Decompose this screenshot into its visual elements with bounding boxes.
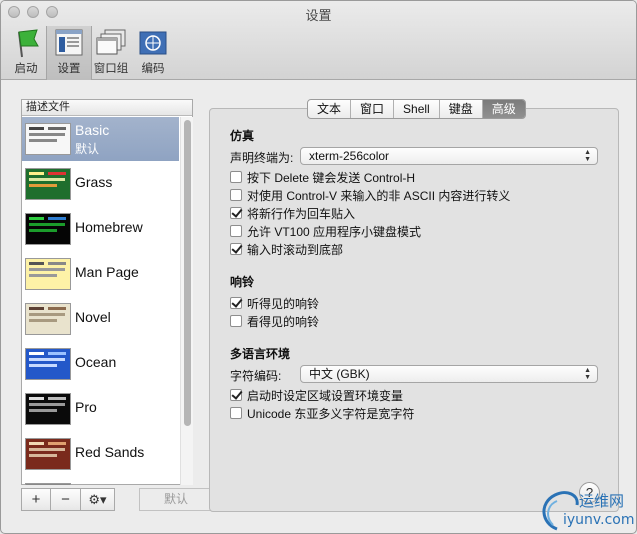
profile-name: Pro	[75, 399, 97, 415]
checkbox-label: Unicode 东亚多义字符是宽字符	[247, 406, 415, 421]
profiles-scrollbar[interactable]	[180, 117, 193, 485]
profile-name: Basic	[75, 122, 110, 138]
settings-window-icon	[53, 28, 85, 58]
tab-shell[interactable]: Shell	[394, 100, 440, 118]
profile-name: Red Sands	[75, 444, 145, 460]
tab-text[interactable]: 文本	[308, 100, 352, 118]
toolbar-item-label: 启动	[14, 63, 38, 75]
profile-item-grass[interactable]: Grass	[22, 162, 179, 206]
option-east-asian-wide[interactable]: Unicode 东亚多义字符是宽字符	[230, 405, 414, 421]
checkbox-unchecked[interactable]	[230, 407, 242, 419]
remove-profile-button[interactable]: −	[51, 488, 81, 511]
checkbox-checked[interactable]	[230, 389, 242, 401]
profile-thumbnail	[25, 213, 71, 245]
profile-action-menu-gear-icon[interactable]: ⚙▾	[81, 488, 115, 511]
checkbox-checked[interactable]	[230, 207, 242, 219]
profile-item-partial	[22, 477, 179, 485]
profile-item-pro[interactable]: Pro	[22, 387, 179, 431]
checkbox-label: 按下 Delete 键会发送 Control-H	[247, 170, 416, 185]
settings-tabs: 文本 窗口 Shell 键盘 高级	[307, 99, 526, 119]
checkbox-label: 将新行作为回车贴入	[247, 206, 356, 221]
checkbox-label: 输入时滚动到底部	[247, 242, 344, 257]
add-profile-button[interactable]: +	[21, 488, 51, 511]
watermark-en-text: iyunv.com	[563, 512, 635, 528]
profile-thumbnail	[25, 438, 71, 470]
bell-heading: 响铃	[230, 275, 255, 289]
profile-name: Novel	[75, 309, 111, 325]
watermark-cn-text: 运维网	[579, 492, 625, 510]
profile-name: Man Page	[75, 264, 139, 280]
toolbar-item-label: 设置	[57, 63, 81, 75]
toolbar-item-encoding[interactable]: 编码	[130, 26, 176, 80]
profile-name: Ocean	[75, 354, 117, 370]
checkbox-label: 听得见的响铃	[247, 296, 320, 311]
terminal-type-value: xterm-256color	[309, 149, 390, 163]
checkbox-label: 看得见的响铃	[247, 314, 320, 329]
profile-item-basic[interactable]: Basic 默认	[22, 117, 179, 161]
profiles-list-header: 描述文件	[22, 100, 192, 116]
checkbox-label: 允许 VT100 应用程序小键盘模式	[247, 224, 422, 239]
toolbar-item-label: 窗口组	[93, 63, 129, 75]
toolbar-item-label: 编码	[141, 63, 165, 75]
option-audible-bell[interactable]: 听得见的响铃	[230, 295, 319, 311]
profile-item-man-page[interactable]: Man Page	[22, 252, 179, 296]
toolbar: 设置 启动 设置 窗口组 编码	[1, 1, 636, 80]
profile-name: Homebrew	[75, 219, 143, 235]
checkbox-unchecked[interactable]	[230, 171, 242, 183]
encoding-select[interactable]: 中文 (GBK) ▲ ▼	[300, 365, 598, 383]
option-delete-sends-ctrl-h[interactable]: 按下 Delete 键会发送 Control-H	[230, 169, 415, 185]
option-visual-bell[interactable]: 看得见的响铃	[230, 313, 319, 329]
profile-name: Grass	[75, 174, 113, 190]
terminal-type-label: 声明终端为:	[230, 151, 294, 165]
set-default-button[interactable]: 默认	[139, 488, 213, 511]
encoding-globe-icon	[137, 28, 169, 58]
tab-keyboard[interactable]: 键盘	[440, 100, 483, 118]
tab-window[interactable]: 窗口	[351, 100, 395, 118]
profile-thumbnail	[25, 303, 71, 335]
profile-thumbnail	[25, 348, 71, 380]
profile-item-homebrew[interactable]: Homebrew	[22, 207, 179, 251]
profiles-list: 描述文件 Basic 默认 Grass Homebrew Man Page No…	[21, 99, 193, 485]
tab-advanced[interactable]: 高级	[482, 100, 525, 118]
window-group-icon	[95, 28, 127, 58]
checkbox-checked[interactable]	[230, 243, 242, 255]
settings-window: 设置 启动 设置 窗口组 编码 描述文件 Basic 默认 Grass Home…	[0, 0, 637, 534]
profile-thumbnail	[25, 123, 71, 155]
profile-thumbnail	[25, 258, 71, 290]
option-vt100-keypad-mode[interactable]: 允许 VT100 应用程序小键盘模式	[230, 223, 421, 239]
select-arrows-icon: ▲ ▼	[584, 367, 591, 381]
option-scroll-to-bottom-on-input[interactable]: 输入时滚动到底部	[230, 241, 343, 257]
select-arrows-icon: ▲ ▼	[584, 149, 591, 163]
startup-flag-icon	[10, 28, 42, 58]
option-set-locale-env[interactable]: 启动时设定区域设置环境变量	[230, 387, 403, 403]
profile-item-red-sands[interactable]: Red Sands	[22, 432, 179, 476]
encoding-label: 字符编码:	[230, 369, 282, 383]
profile-item-ocean[interactable]: Ocean	[22, 342, 179, 386]
checkbox-unchecked[interactable]	[230, 189, 242, 201]
emulation-heading: 仿真	[230, 129, 255, 143]
toolbar-item-startup[interactable]: 启动	[3, 26, 49, 80]
checkbox-checked[interactable]	[230, 297, 242, 309]
profile-thumbnail	[25, 393, 71, 425]
checkbox-label: 对使用 Control-V 来输入的非 ASCII 内容进行转义	[247, 188, 511, 203]
terminal-type-select[interactable]: xterm-256color ▲ ▼	[300, 147, 598, 165]
window-title: 设置	[305, 8, 332, 23]
international-heading: 多语言环境	[230, 347, 291, 361]
checkbox-label: 启动时设定区域设置环境变量	[247, 388, 404, 403]
option-escape-non-ascii[interactable]: 对使用 Control-V 来输入的非 ASCII 内容进行转义	[230, 187, 510, 203]
checkbox-unchecked[interactable]	[230, 315, 242, 327]
profile-thumbnail	[25, 168, 71, 200]
profiles-list-actions: + − ⚙▾ 默认	[21, 488, 213, 512]
encoding-value: 中文 (GBK)	[309, 367, 370, 381]
option-paste-newlines-as-cr[interactable]: 将新行作为回车贴入	[230, 205, 355, 221]
profile-default-subtitle: 默认	[75, 142, 100, 156]
checkbox-unchecked[interactable]	[230, 225, 242, 237]
toolbar-item-window-groups[interactable]: 窗口组	[88, 26, 134, 80]
profiles-scroll-thumb[interactable]	[184, 120, 191, 426]
profile-item-novel[interactable]: Novel	[22, 297, 179, 341]
toolbar-item-settings[interactable]: 设置	[46, 26, 92, 80]
